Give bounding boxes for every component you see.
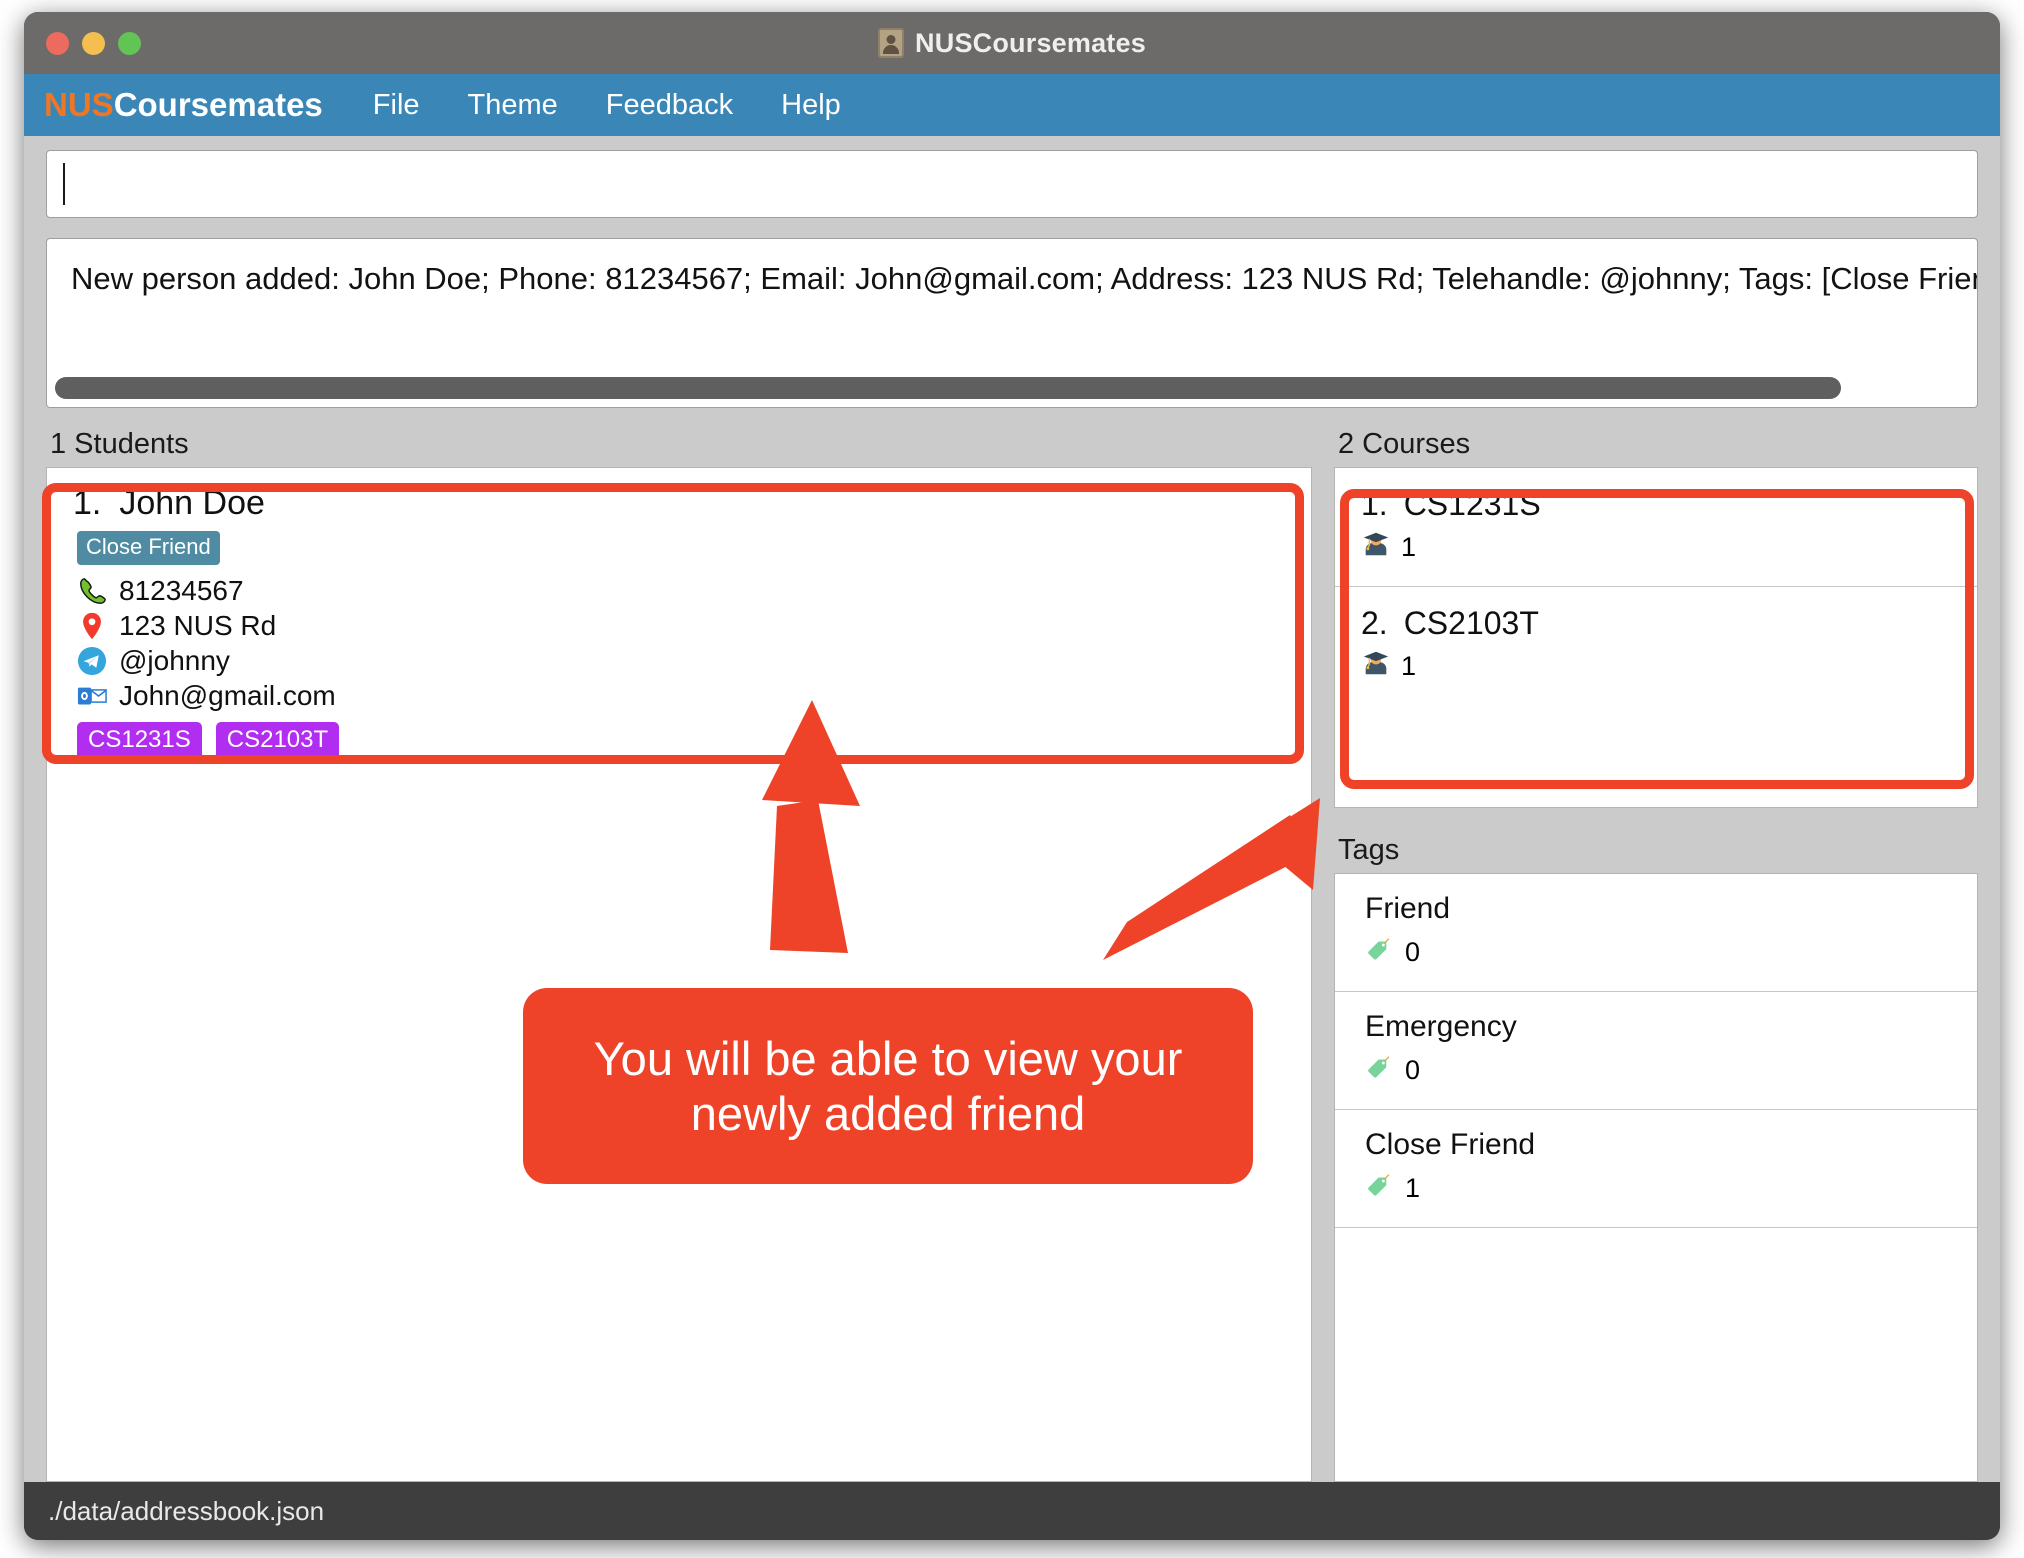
tag-name: Emergency [1365,1010,1517,1043]
list-item[interactable]: 2. CS2103T 1 [1335,587,1977,705]
course-index: 1. [1361,486,1388,522]
list-item[interactable]: 1. John Doe Close Friend 81234567 123 NU… [47,468,1311,778]
person-name-row: 1. John Doe [73,484,1285,523]
window-titlebar: NUSCoursemates [24,12,2000,74]
screenshot-root: NUSCoursemates NUS Coursemates File Theme… [0,0,2024,1558]
person-telehandle: @johnny [119,645,230,676]
tag-name: Friend [1365,892,1451,925]
course-title-row: 1. CS1231S [1361,486,1951,523]
panels-container: 1 Students 1. John Doe Close Friend 8123… [46,428,1978,1482]
person-name: John Doe [119,484,265,522]
brand-suffix: Coursemates [113,86,323,123]
window-title: NUSCoursemates [915,27,1146,58]
tag-icon [1365,1170,1395,1207]
phone-icon [77,576,107,606]
maximize-button[interactable] [118,31,141,55]
tag-count: 0 [1405,1055,1421,1085]
outlook-mail-icon [77,681,107,711]
person-address: 123 NUS Rd [119,610,277,641]
students-header: 1 Students [50,428,189,460]
tag-icon [1365,934,1395,971]
address-book-icon [878,28,905,58]
course-title-row: 2. CS2103T [1361,605,1951,642]
statusbar: ./data/addressbook.json [24,1482,2000,1540]
graduate-icon [1361,648,1391,685]
menu-item-theme[interactable]: Theme [444,83,582,128]
person-address-row: 123 NUS Rd [77,610,1285,642]
course-chip: CS1231S [77,722,202,760]
courses-list[interactable]: 1. CS1231S 1 2. CS2103T 1 [1334,467,1978,808]
window-title-group: NUSCoursemates [24,12,2000,74]
result-text: New person added: John Doe; Phone: 81234… [71,261,1978,296]
person-phone: 81234567 [119,575,244,606]
students-list[interactable]: 1. John Doe Close Friend 81234567 123 NU… [46,467,1312,1482]
tag-name: Close Friend [1365,1128,1536,1161]
list-item[interactable]: Close Friend 1 [1335,1110,1977,1228]
tag-count: 1 [1405,1173,1421,1203]
app-brand: NUS Coursemates [24,74,349,136]
location-pin-icon [77,611,107,641]
tag-count-row: 1 [1365,1170,1947,1207]
tag-count-row: 0 [1365,1052,1947,1089]
text-caret [63,163,65,205]
result-horizontal-scrollbar[interactable] [55,377,1971,399]
person-email: John@gmail.com [119,680,336,711]
data-file-path: ./data/addressbook.json [48,1495,325,1526]
tags-list[interactable]: Friend 0 Emergency 0 Close Friend 1 [1334,873,1978,1482]
tags-section: Tags Friend 0 Emergency 0 Close Friend 1 [1334,834,1978,1482]
person-telehandle-row: @johnny [77,645,1285,677]
course-student-count: 1 [1401,532,1417,562]
list-item[interactable]: 1. CS1231S 1 [1335,468,1977,587]
course-code: CS1231S [1403,486,1541,522]
tag-icon [1365,1052,1395,1089]
graduate-icon [1361,529,1391,566]
right-column: 2 Courses 1. CS1231S 1 2. CS2103T 1 Tags… [1334,428,1978,1482]
window-controls[interactable] [46,31,141,55]
course-chip: CS2103T [215,722,340,760]
person-phone-row: 81234567 [77,575,1285,607]
person-index: 1. [73,484,102,522]
list-item[interactable]: Emergency 0 [1335,992,1977,1110]
courses-section: 2 Courses 1. CS1231S 1 2. CS2103T 1 [1334,428,1978,808]
students-column: 1 Students 1. John Doe Close Friend 8123… [46,428,1312,1482]
result-display: New person added: John Doe; Phone: 81234… [46,238,1978,408]
course-student-count: 1 [1401,651,1417,681]
app-window: NUSCoursemates NUS Coursemates File Theme… [24,12,2000,1540]
person-tags: Close Friend [73,529,1285,572]
menu-item-file[interactable]: File [349,83,444,128]
brand-prefix: NUS [44,86,114,123]
close-button[interactable] [46,31,69,55]
status-badge: Close Friend [77,531,220,565]
tags-header: Tags [1338,834,1400,866]
courses-header: 2 Courses [1338,428,1471,460]
scrollbar-thumb[interactable] [55,377,1841,399]
menubar: NUS Coursemates File Theme Feedback Help [24,74,2000,136]
list-item[interactable]: Friend 0 [1335,874,1977,992]
course-student-count-row: 1 [1361,648,1951,685]
course-student-count-row: 1 [1361,529,1951,566]
tag-count-row: 0 [1365,934,1947,971]
tag-count: 0 [1405,937,1421,967]
course-index: 2. [1361,605,1388,641]
menu-item-help[interactable]: Help [757,83,865,128]
menu-items: File Theme Feedback Help [349,83,865,128]
minimize-button[interactable] [82,31,105,55]
menu-item-feedback[interactable]: Feedback [582,83,757,128]
command-input[interactable] [46,150,1978,218]
person-email-row: John@gmail.com [77,680,1285,712]
course-code: CS2103T [1403,605,1539,641]
app-body: New person added: John Doe; Phone: 81234… [24,136,2000,1482]
person-course-chips: CS1231S CS2103T [77,722,1285,760]
telegram-icon [77,646,107,676]
